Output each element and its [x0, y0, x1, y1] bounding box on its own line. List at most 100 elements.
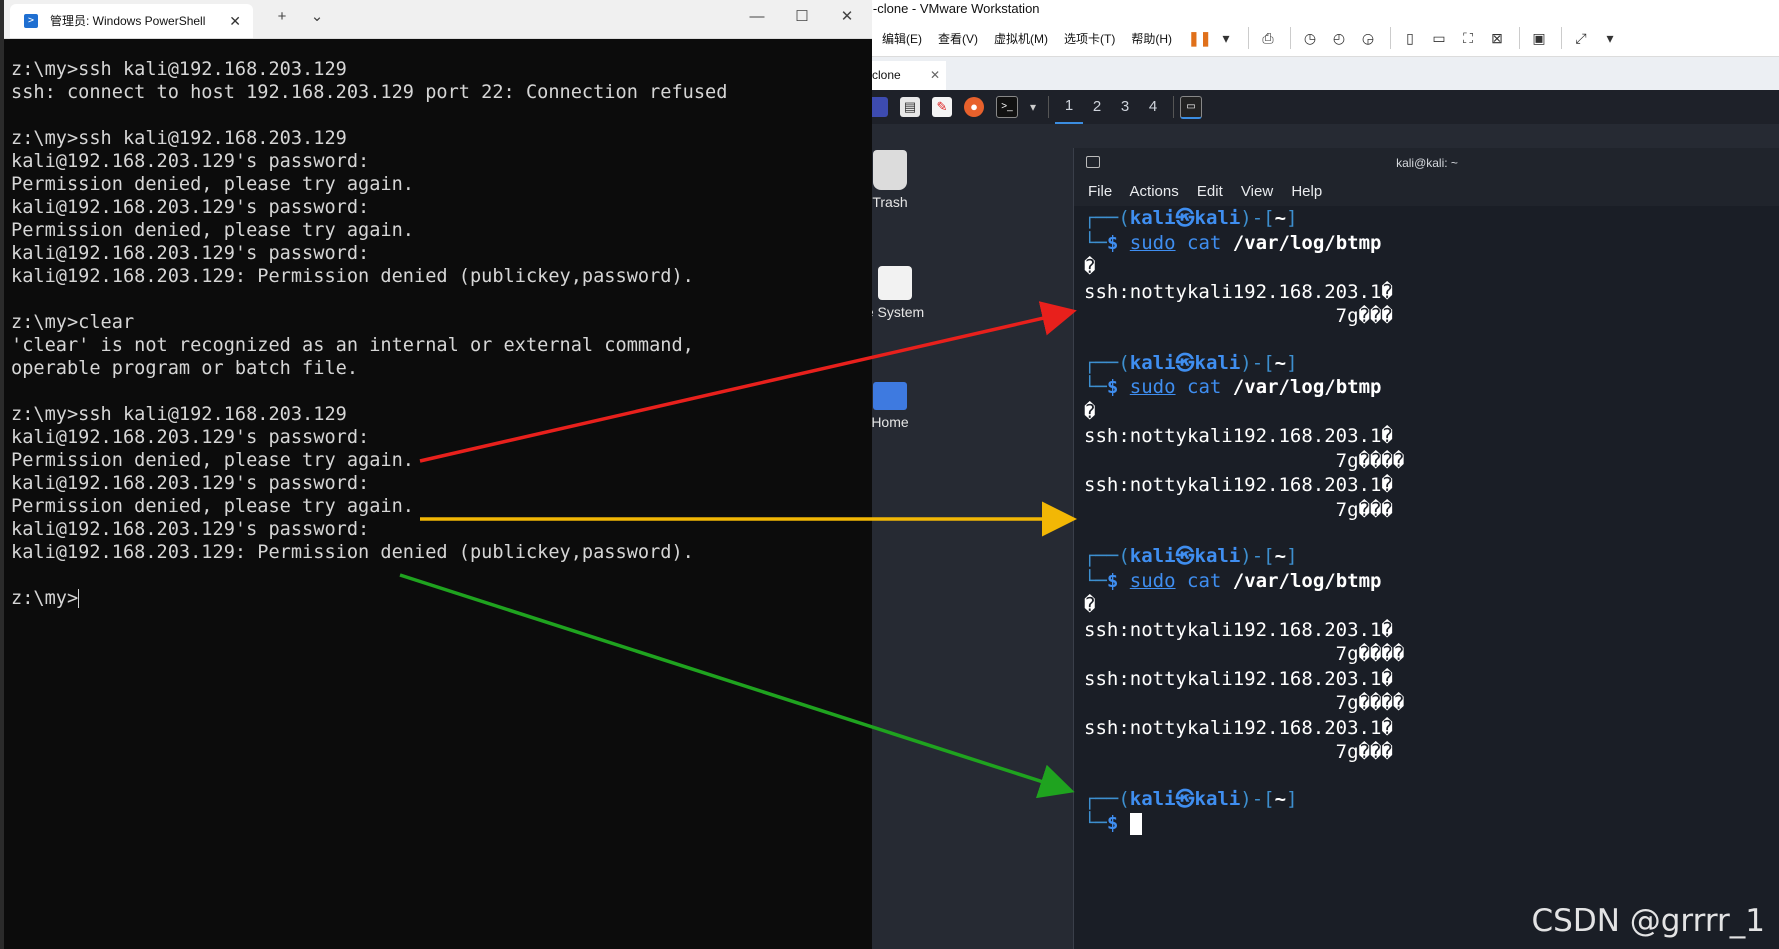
workspace-4[interactable]: 4 [1139, 91, 1167, 123]
powershell-tab-title: 管理员: Windows PowerShell [50, 14, 206, 28]
console-line: z:\my>ssh kali@192.168.203.129 [11, 59, 347, 80]
console-line: Permission denied, please try again. [11, 496, 414, 517]
dropdown-icon[interactable]: ▾ [1601, 29, 1619, 47]
kali-panel: ▤ ✎ ● >_ ▾ 1 2 3 4 ▭ [860, 90, 1779, 124]
output-line: � [1084, 594, 1096, 616]
filesystem-label: e System [865, 304, 925, 320]
powershell-tab[interactable]: > 管理员: Windows PowerShell ✕ [10, 4, 253, 38]
thumbnail-icon[interactable]: ▭ [1430, 29, 1448, 47]
menu-view[interactable]: View [1241, 183, 1273, 200]
menu-file[interactable]: File [1088, 183, 1112, 200]
vm-tab-clone[interactable]: clone ✕ [870, 61, 946, 90]
command-line: └─$ sudo cat /var/log/btmp [1084, 231, 1382, 254]
console-line: kali@192.168.203.129's password: [11, 243, 370, 264]
csdn-watermark: CSDN @grrrr_1 [1531, 903, 1765, 939]
console-line: operable program or batch file. [11, 358, 359, 379]
revert-snapshot-icon[interactable]: ◴ [1330, 29, 1348, 47]
output-line: ssh:nottykali192.168.203.1� [1084, 425, 1393, 447]
pause-icon[interactable]: ❚❚ [1188, 29, 1211, 47]
menu-help[interactable]: Help [1291, 183, 1322, 200]
console-line: ssh: connect to host 192.168.203.129 por… [11, 82, 728, 103]
menu-edit[interactable]: 编辑(E) [882, 30, 922, 47]
output-line: ssh:nottykali192.168.203.1� [1084, 280, 1393, 303]
drive-icon [878, 266, 912, 300]
vmware-title: i-clone - VMware Workstation [860, 0, 1779, 20]
kali-terminal-output[interactable]: ┌──(kali㉿kali)-[~] └─$ sudo cat /var/log… [1084, 206, 1779, 949]
dropdown-icon[interactable]: ▾ [1217, 29, 1235, 47]
new-tab-button[interactable]: + [267, 0, 297, 34]
minimize-button[interactable]: — [742, 0, 772, 34]
console-line: kali@192.168.203.129: Permission denied … [11, 266, 694, 287]
stretch-icon[interactable]: ⤢ [1572, 29, 1590, 47]
console-line: Permission denied, please try again. [11, 220, 414, 241]
terminal-window-icon[interactable]: ▭ [1180, 95, 1203, 119]
powershell-titlebar: > 管理员: Windows PowerShell ✕ + ⌄ — ☐ ✕ [4, 0, 872, 39]
close-icon[interactable]: ✕ [229, 4, 241, 38]
console-line: z:\my>clear [11, 312, 135, 333]
close-icon[interactable]: ✕ [930, 61, 940, 90]
output-line: 7g��� [1084, 305, 1393, 327]
trash-label: Trash [872, 194, 908, 210]
home-folder-icon [873, 382, 907, 410]
maximize-button[interactable]: ☐ [787, 0, 817, 34]
workspace-3[interactable]: 3 [1111, 91, 1139, 123]
chevron-down-icon[interactable]: ⌄ [302, 0, 332, 34]
command-line: └─$ sudo cat /var/log/btmp [1084, 569, 1382, 592]
powershell-window: > 管理员: Windows PowerShell ✕ + ⌄ — ☐ ✕ z:… [0, 0, 872, 949]
firefox-icon[interactable]: ● [964, 97, 984, 117]
snapshot-icon[interactable]: ◷ [1301, 29, 1319, 47]
menu-edit[interactable]: Edit [1197, 183, 1223, 200]
console-line: z:\my>ssh kali@192.168.203.129 [11, 404, 347, 425]
command-line: └─$ sudo cat /var/log/btmp [1084, 376, 1382, 398]
snapshot-manager-icon[interactable]: ◶ [1359, 29, 1377, 47]
menu-tabs[interactable]: 选项卡(T) [1064, 30, 1115, 47]
text-editor-icon[interactable]: ✎ [932, 97, 952, 117]
terminal-cursor [1129, 812, 1142, 835]
terminal-icon[interactable]: >_ [996, 96, 1018, 118]
console-prompt: z:\my> [11, 588, 79, 609]
kali-terminal-window: kali@kali: ~ File Actions Edit View Help… [1073, 148, 1779, 949]
console-icon[interactable]: ▣ [1530, 29, 1548, 47]
menu-help[interactable]: 帮助(H) [1131, 30, 1172, 47]
powershell-console[interactable]: z:\my>ssh kali@192.168.203.129 ssh: conn… [11, 58, 727, 610]
text-caret [78, 589, 80, 608]
files-icon[interactable]: ▤ [900, 97, 920, 117]
vmware-menubar: 编辑(E) 查看(V) 虚拟机(M) 选项卡(T) 帮助(H) ❚❚ ▾ ⎙ ◷… [860, 20, 1779, 57]
output-line: ssh:nottykali192.168.203.1� [1084, 716, 1393, 739]
prompt-line: ┌──(kali㉿kali)-[~] [1084, 351, 1298, 374]
terminal-icon [1086, 156, 1100, 168]
close-button[interactable]: ✕ [832, 0, 862, 34]
output-line: 7g���� [1084, 643, 1405, 665]
kali-terminal-titlebar: kali@kali: ~ [1074, 148, 1779, 178]
console-line: kali@192.168.203.129's password: [11, 427, 370, 448]
unity-icon[interactable]: ⊠ [1488, 29, 1506, 47]
home-label: Home [871, 414, 909, 430]
console-line: kali@192.168.203.129's password: [11, 151, 370, 172]
menu-vm[interactable]: 虚拟机(M) [994, 30, 1048, 47]
workspace-2[interactable]: 2 [1083, 91, 1111, 123]
prompt-line: ┌──(kali㉿kali)-[~] [1084, 207, 1298, 229]
send-keys-icon[interactable]: ⎙ [1259, 29, 1277, 47]
input-line[interactable]: └─$ [1084, 811, 1779, 836]
output-line: 7g���� [1084, 692, 1405, 714]
console-line: Permission denied, please try again. [11, 450, 414, 471]
vm-tab-label: clone [872, 68, 901, 82]
powershell-icon: > [24, 14, 38, 28]
workspace-1[interactable]: 1 [1055, 90, 1084, 124]
menu-view[interactable]: 查看(V) [938, 30, 978, 47]
console-line: kali@192.168.203.129: Permission denied … [11, 542, 694, 563]
prompt-line: ┌──(kali㉿kali)-[~] [1084, 545, 1298, 567]
library-icon[interactable]: ▯ [1401, 29, 1419, 47]
output-line: 7g���� [1084, 449, 1405, 472]
console-prompt-line[interactable]: z:\my> [11, 587, 727, 610]
console-line: kali@192.168.203.129's password: [11, 473, 370, 494]
fullscreen-icon[interactable]: ⛶ [1459, 29, 1477, 47]
chevron-down-icon[interactable]: ▾ [1030, 100, 1036, 114]
menu-actions[interactable]: Actions [1130, 183, 1179, 200]
output-line: � [1084, 256, 1096, 278]
console-line: kali@192.168.203.129's password: [11, 519, 370, 540]
console-line: Permission denied, please try again. [11, 174, 414, 195]
console-line: z:\my>ssh kali@192.168.203.129 [11, 128, 347, 149]
